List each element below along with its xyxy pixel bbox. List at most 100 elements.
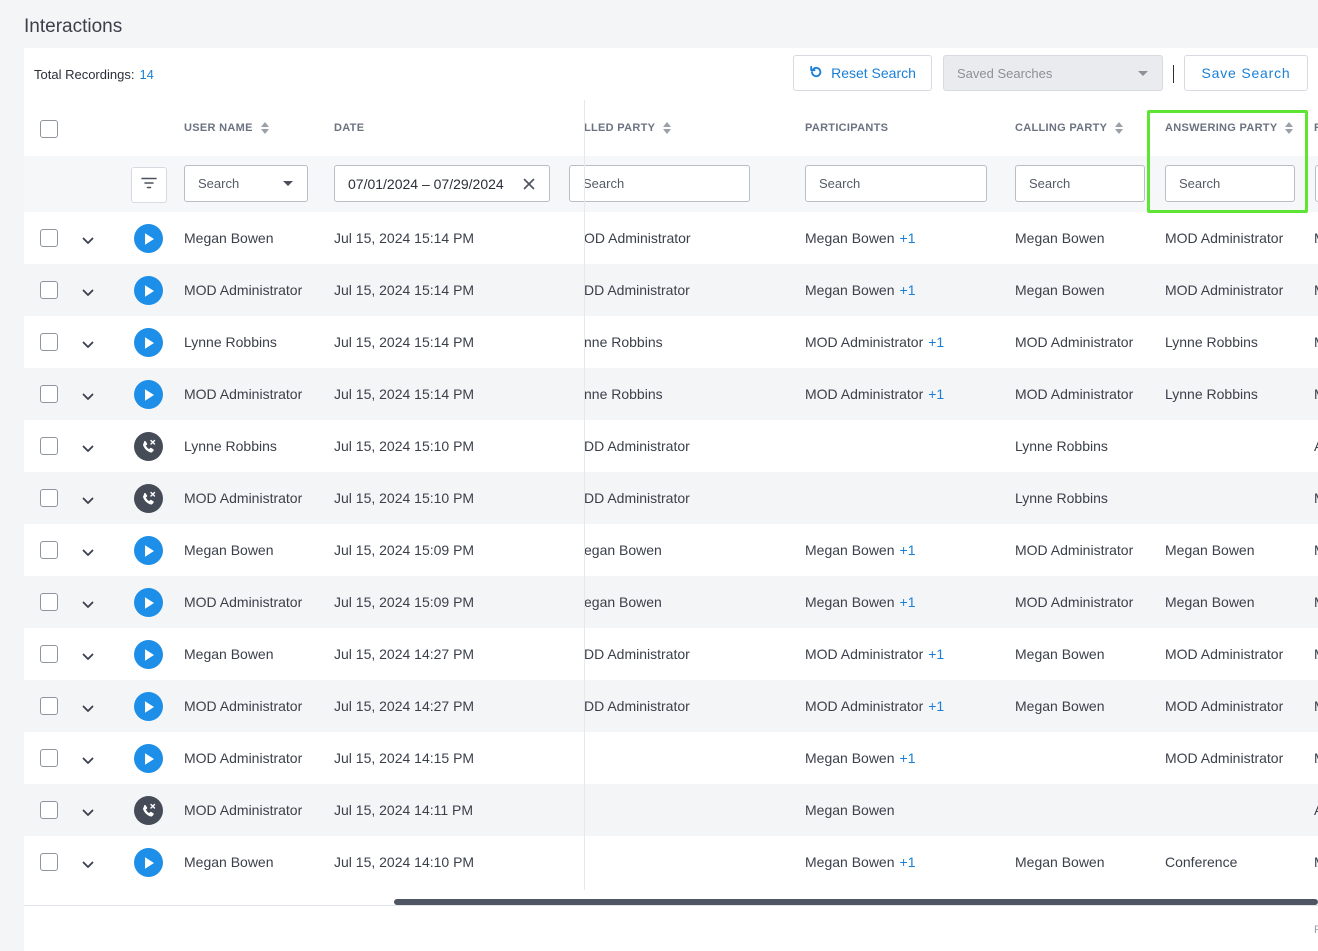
called-party-search-input[interactable]: Search <box>569 165 750 202</box>
play-icon[interactable] <box>134 276 163 305</box>
expand-chevron-icon[interactable] <box>82 596 94 614</box>
row-checkbox[interactable] <box>40 645 58 663</box>
participants-more-link[interactable]: +1 <box>900 542 916 558</box>
row-checkbox[interactable] <box>40 333 58 351</box>
user-name-cell: MOD Administrator <box>184 802 303 818</box>
reset-search-button[interactable]: Reset Search <box>793 55 932 91</box>
expand-chevron-icon[interactable] <box>82 804 94 822</box>
expand-chevron-icon[interactable] <box>82 544 94 562</box>
participants-more-link[interactable]: +1 <box>900 282 916 298</box>
expand-chevron-icon[interactable] <box>82 492 94 510</box>
row-checkbox[interactable] <box>40 801 58 819</box>
date-cell: Jul 15, 2024 14:11 PM <box>334 802 474 818</box>
missed-call-icon[interactable] <box>134 796 163 825</box>
expand-chevron-icon[interactable] <box>82 388 94 406</box>
row-checkbox[interactable] <box>40 437 58 455</box>
user-name-filter-dropdown[interactable]: Search <box>184 165 308 202</box>
table-row[interactable]: MOD Administrator Jul 15, 2024 14:11 PM Me… <box>24 784 1318 836</box>
saved-searches-dropdown[interactable]: Saved Searches <box>943 55 1163 91</box>
play-icon[interactable] <box>134 692 163 721</box>
calling-party-cell: Lynne Robbins <box>1015 438 1108 454</box>
answering-party-cell: MOD Administrator <box>1165 698 1284 714</box>
participants-name: MOD Administrator <box>805 698 924 714</box>
table-row[interactable]: Megan Bowen Jul 15, 2024 15:14 PM OD Admin… <box>24 212 1318 264</box>
expand-chevron-icon[interactable] <box>82 648 94 666</box>
play-icon[interactable] <box>134 744 163 773</box>
participants-more-link[interactable]: +1 <box>928 646 944 662</box>
table-row[interactable]: Megan Bowen Jul 15, 2024 14:27 PM DD Admin… <box>24 628 1318 680</box>
filter-icon <box>141 176 157 194</box>
participants-more-link[interactable]: +1 <box>900 594 916 610</box>
calling-party-cell: Lynne Robbins <box>1015 490 1108 506</box>
row-checkbox[interactable] <box>40 541 58 559</box>
row-checkbox[interactable] <box>40 853 58 871</box>
expand-chevron-icon[interactable] <box>82 856 94 874</box>
table-row[interactable]: MOD Administrator Jul 15, 2024 15:10 PM DD… <box>24 472 1318 524</box>
filter-button[interactable] <box>131 167 167 203</box>
expand-chevron-icon[interactable] <box>82 284 94 302</box>
play-icon[interactable] <box>134 328 163 357</box>
expand-chevron-icon[interactable] <box>82 700 94 718</box>
row-checkbox[interactable] <box>40 281 58 299</box>
called-party-cell: nne Robbins <box>584 334 663 350</box>
column-header-calling-party[interactable]: CALLING PARTY <box>1015 122 1124 134</box>
sort-icon[interactable] <box>663 122 672 134</box>
table-row[interactable]: MOD Administrator Jul 15, 2024 14:27 PM DD… <box>24 680 1318 732</box>
participants-more-link[interactable]: +1 <box>928 334 944 350</box>
column-header-next[interactable]: R <box>1314 122 1318 134</box>
participants-more-link[interactable]: +1 <box>928 698 944 714</box>
next-column-cell: M <box>1314 646 1318 662</box>
sort-icon[interactable] <box>1115 122 1124 134</box>
participants-more-link[interactable]: +1 <box>900 230 916 246</box>
participants-more-link[interactable]: +1 <box>900 854 916 870</box>
calling-party-search-input[interactable]: Search <box>1015 165 1145 202</box>
participants-search-input[interactable]: Search <box>805 165 987 202</box>
date-range-input[interactable]: 07/01/2024 – 07/29/2024 <box>334 165 550 202</box>
column-header-user-name[interactable]: USER NAME <box>184 122 269 134</box>
row-checkbox[interactable] <box>40 749 58 767</box>
column-header-called-party[interactable]: LLED PARTY <box>584 122 672 134</box>
column-header-date[interactable]: DATE <box>334 122 364 134</box>
table-row[interactable]: Megan Bowen Jul 15, 2024 15:09 PM egan Bow… <box>24 524 1318 576</box>
play-icon[interactable] <box>134 848 163 877</box>
table-row[interactable]: Lynne Robbins Jul 15, 2024 15:14 PM nne Ro… <box>24 316 1318 368</box>
table-row[interactable]: MOD Administrator Jul 15, 2024 14:15 PM Me… <box>24 732 1318 784</box>
answering-party-highlight <box>1147 110 1308 213</box>
expand-chevron-icon[interactable] <box>82 440 94 458</box>
table-row[interactable]: Megan Bowen Jul 15, 2024 14:10 PM Megan Bo… <box>24 836 1318 888</box>
play-icon[interactable] <box>134 380 163 409</box>
row-checkbox[interactable] <box>40 385 58 403</box>
table-row[interactable]: MOD Administrator Jul 15, 2024 15:14 PM DD… <box>24 264 1318 316</box>
play-icon[interactable] <box>134 588 163 617</box>
table-row[interactable]: MOD Administrator Jul 15, 2024 15:14 PM nn… <box>24 368 1318 420</box>
participants-name: MOD Administrator <box>805 386 924 402</box>
missed-call-icon[interactable] <box>134 484 163 513</box>
row-checkbox[interactable] <box>40 593 58 611</box>
date-cell: Jul 15, 2024 14:10 PM <box>334 854 475 870</box>
participants-more-link[interactable]: +1 <box>928 386 944 402</box>
row-checkbox[interactable] <box>40 697 58 715</box>
expand-chevron-icon[interactable] <box>82 232 94 250</box>
play-icon[interactable] <box>134 224 163 253</box>
play-icon[interactable] <box>134 640 163 669</box>
participants-cell: MOD Administrator +1 <box>805 698 1005 714</box>
select-all-checkbox[interactable] <box>40 120 58 138</box>
user-name-cell: MOD Administrator <box>184 698 303 714</box>
column-header-participants[interactable]: PARTICIPANTS <box>805 122 888 134</box>
participants-cell: Megan Bowen <box>805 802 1005 818</box>
expand-chevron-icon[interactable] <box>82 752 94 770</box>
sort-icon[interactable] <box>260 122 269 134</box>
answering-party-cell: Megan Bowen <box>1165 594 1255 610</box>
row-checkbox[interactable] <box>40 489 58 507</box>
row-checkbox[interactable] <box>40 229 58 247</box>
expand-chevron-icon[interactable] <box>82 336 94 354</box>
table-row[interactable]: Lynne Robbins Jul 15, 2024 15:10 PM DD Adm… <box>24 420 1318 472</box>
column-label: USER NAME <box>184 122 253 134</box>
play-icon[interactable] <box>134 536 163 565</box>
table-row[interactable]: MOD Administrator Jul 15, 2024 15:09 PM eg… <box>24 576 1318 628</box>
clear-icon[interactable] <box>523 177 535 193</box>
participants-more-link[interactable]: +1 <box>900 750 916 766</box>
save-search-button[interactable]: Save Search <box>1184 55 1308 91</box>
missed-call-icon[interactable] <box>134 432 163 461</box>
calling-party-cell: Megan Bowen <box>1015 854 1105 870</box>
